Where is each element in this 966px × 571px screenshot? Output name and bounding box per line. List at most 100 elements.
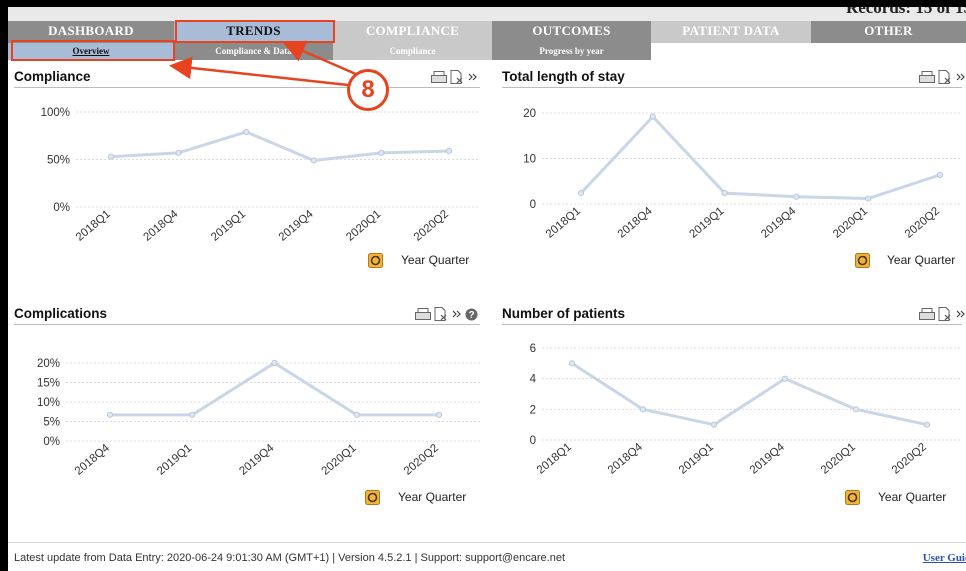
x-tick-label: 2019Q4 bbox=[277, 208, 317, 244]
x-tick-label: 2019Q1 bbox=[677, 441, 716, 477]
refresh-icon[interactable] bbox=[368, 253, 383, 268]
data-point[interactable] bbox=[353, 411, 360, 418]
expand-icon[interactable] bbox=[956, 309, 966, 319]
panel-compliance: Compliance 0% 50% 100% 2018Q1 2018Q4 2019Q1 20… bbox=[14, 69, 480, 289]
y-tick-label: 10% bbox=[37, 397, 60, 409]
data-point[interactable] bbox=[923, 421, 931, 428]
tab-other[interactable]: OTHER bbox=[811, 21, 966, 43]
data-point[interactable] bbox=[639, 406, 647, 413]
data-point[interactable] bbox=[107, 153, 115, 160]
records-counter: Records: 15 of 15 bbox=[845, 7, 966, 17]
data-point[interactable] bbox=[649, 113, 656, 120]
y-tick-label: 0 bbox=[530, 435, 536, 447]
refresh-icon[interactable] bbox=[365, 490, 380, 505]
y-tick-label: 50% bbox=[47, 155, 70, 167]
data-point[interactable] bbox=[445, 147, 453, 155]
x-tick-label: 2020Q2 bbox=[412, 208, 451, 244]
data-point[interactable] bbox=[852, 406, 860, 413]
y-tick-label: 20% bbox=[37, 358, 60, 370]
excel-export-icon[interactable] bbox=[938, 70, 953, 84]
print-icon[interactable] bbox=[919, 70, 935, 84]
x-tick-label: 2018Q4 bbox=[606, 441, 646, 477]
data-point[interactable] bbox=[243, 128, 250, 136]
expand-icon[interactable] bbox=[468, 72, 478, 82]
data-point[interactable] bbox=[175, 149, 182, 156]
y-tick-label: 20 bbox=[523, 108, 536, 120]
series-line bbox=[579, 115, 941, 201]
data-point[interactable] bbox=[793, 193, 800, 200]
x-tick-label: 2019Q4 bbox=[237, 442, 277, 478]
excel-export-icon[interactable] bbox=[434, 307, 449, 321]
x-tick-label: 2019Q1 bbox=[209, 208, 248, 244]
data-point[interactable] bbox=[310, 157, 317, 164]
data-point[interactable] bbox=[189, 411, 196, 418]
data-point[interactable] bbox=[378, 149, 385, 156]
y-tick-label: 0% bbox=[53, 202, 70, 214]
refresh-icon[interactable] bbox=[845, 490, 860, 505]
panel-divider bbox=[502, 324, 962, 325]
x-tick-label: 2018Q4 bbox=[616, 205, 656, 241]
tab-trends[interactable]: TRENDS bbox=[174, 21, 333, 43]
subtab-overview[interactable]: Overview bbox=[8, 43, 174, 60]
x-tick-label: 2018Q4 bbox=[141, 208, 181, 244]
series-line bbox=[110, 361, 439, 417]
subtab-compliance[interactable]: Compliance bbox=[333, 43, 492, 60]
excel-export-icon[interactable] bbox=[938, 307, 953, 321]
help-icon[interactable]: ? bbox=[465, 308, 478, 321]
data-point[interactable] bbox=[271, 359, 278, 367]
footer-status-text: Latest update from Data Entry: 2020-06-2… bbox=[14, 552, 565, 564]
x-tick-label: 2019Q4 bbox=[748, 441, 788, 477]
expand-icon[interactable] bbox=[452, 309, 462, 319]
y-tick-label: 100% bbox=[41, 107, 70, 119]
tab-compliance[interactable]: COMPLIANCE bbox=[333, 21, 492, 43]
panel-title: Complications bbox=[14, 306, 108, 321]
x-tick-label: 2019Q4 bbox=[759, 205, 799, 241]
tab-outcomes[interactable]: OUTCOMES bbox=[492, 21, 651, 43]
panel-toolbar bbox=[919, 70, 966, 84]
x-tick-label: 2019Q1 bbox=[687, 205, 726, 241]
panel-divider bbox=[14, 324, 480, 325]
y-tick-label: 2 bbox=[530, 404, 536, 416]
y-tick-label: 4 bbox=[530, 374, 537, 386]
series-line bbox=[110, 130, 450, 162]
x-tick-label: 2018Q4 bbox=[73, 442, 113, 478]
svg-text:?: ? bbox=[468, 310, 474, 321]
subtab-progress-by-year[interactable]: Progress by year bbox=[492, 43, 651, 60]
x-axis-label: Year Quarter bbox=[398, 490, 467, 504]
panel-total-length-of-stay: Total length of stay 0 10 20 2018Q1 2018Q4 20… bbox=[502, 69, 965, 289]
panel-title: Number of patients bbox=[502, 306, 626, 321]
data-point[interactable] bbox=[865, 195, 872, 202]
x-tick-label: 2020Q1 bbox=[819, 441, 858, 477]
data-point[interactable] bbox=[710, 421, 718, 428]
data-point[interactable] bbox=[721, 189, 728, 197]
data-point[interactable] bbox=[577, 189, 585, 197]
x-tick-label: 2020Q2 bbox=[903, 205, 942, 241]
refresh-icon[interactable] bbox=[855, 253, 870, 268]
subtab-compliance-data[interactable]: Compliance & Data bbox=[174, 43, 333, 60]
data-point[interactable] bbox=[106, 411, 114, 418]
data-point[interactable] bbox=[568, 360, 576, 367]
print-icon[interactable] bbox=[415, 307, 431, 321]
print-icon[interactable] bbox=[919, 307, 935, 321]
length-of-stay-chart: 0 10 20 2018Q1 2018Q4 2019Q1 2019Q4 2020Q1 2020Q… bbox=[523, 108, 962, 241]
x-tick-label: 2019Q1 bbox=[155, 442, 194, 478]
data-point[interactable] bbox=[435, 411, 443, 418]
x-tick-label: 2020Q2 bbox=[890, 441, 929, 477]
tab-dashboard[interactable]: DASHBOARD bbox=[8, 21, 174, 43]
user-guide-link[interactable]: User Guide bbox=[923, 552, 966, 564]
excel-export-icon[interactable] bbox=[450, 70, 465, 84]
x-axis-label: Year Quarter bbox=[887, 253, 956, 267]
panel-title: Total length of stay bbox=[502, 69, 625, 84]
y-tick-label: 5% bbox=[43, 417, 60, 429]
data-point[interactable] bbox=[781, 375, 789, 382]
x-tick-label: 2018Q1 bbox=[544, 205, 583, 241]
app-window: Records: 15 of 15 DASHBOARD TRENDS COMPL… bbox=[8, 7, 966, 571]
print-icon[interactable] bbox=[431, 70, 447, 84]
x-axis-label: Year Quarter bbox=[401, 253, 470, 267]
expand-icon[interactable] bbox=[956, 72, 966, 82]
x-tick-label: 2020Q1 bbox=[320, 442, 359, 478]
footer: Latest update from Data Entry: 2020-06-2… bbox=[8, 542, 966, 571]
data-point[interactable] bbox=[936, 171, 944, 178]
tab-patient-data[interactable]: PATIENT DATA bbox=[651, 21, 811, 43]
y-tick-label: 6 bbox=[530, 343, 536, 355]
